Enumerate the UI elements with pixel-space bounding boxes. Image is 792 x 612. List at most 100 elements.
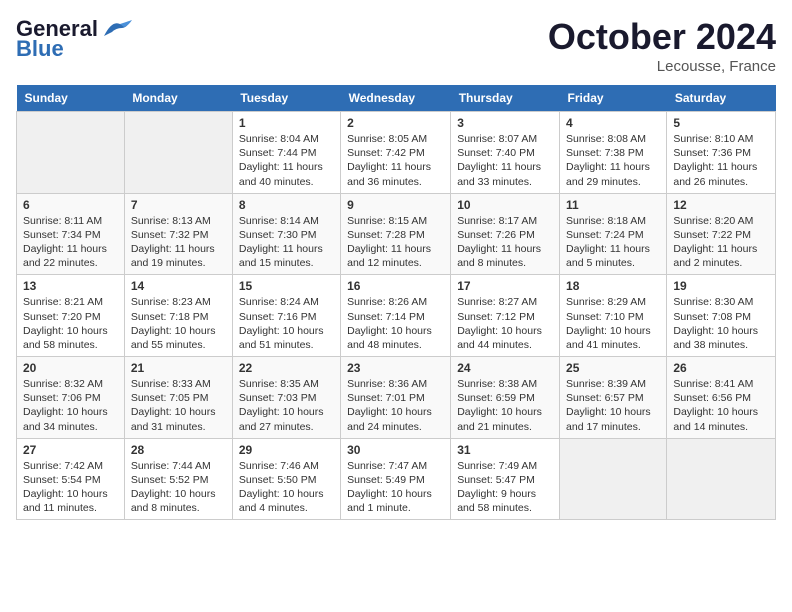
- day-number: 29: [239, 443, 334, 457]
- day-number: 20: [23, 361, 118, 375]
- calendar-cell: 31 Sunrise: 7:49 AMSunset: 5:47 PMDayligh…: [451, 438, 560, 520]
- day-info: Sunrise: 8:32 AMSunset: 7:06 PMDaylight:…: [23, 377, 118, 434]
- day-info: Sunrise: 7:47 AMSunset: 5:49 PMDaylight:…: [347, 459, 444, 516]
- day-info: Sunrise: 8:30 AMSunset: 7:08 PMDaylight:…: [673, 295, 769, 352]
- day-number: 22: [239, 361, 334, 375]
- day-info: Sunrise: 8:04 AMSunset: 7:44 PMDaylight:…: [239, 132, 334, 189]
- day-number: 24: [457, 361, 553, 375]
- day-number: 4: [566, 116, 660, 130]
- month-title: October 2024: [548, 16, 776, 58]
- day-info: Sunrise: 8:26 AMSunset: 7:14 PMDaylight:…: [347, 295, 444, 352]
- col-header-sunday: Sunday: [17, 85, 125, 112]
- day-info: Sunrise: 8:38 AMSunset: 6:59 PMDaylight:…: [457, 377, 553, 434]
- day-number: 30: [347, 443, 444, 457]
- calendar-cell: 5 Sunrise: 8:10 AMSunset: 7:36 PMDaylight…: [667, 112, 776, 194]
- day-info: Sunrise: 8:33 AMSunset: 7:05 PMDaylight:…: [131, 377, 226, 434]
- calendar-cell: 19 Sunrise: 8:30 AMSunset: 7:08 PMDayligh…: [667, 275, 776, 357]
- calendar-cell: 2 Sunrise: 8:05 AMSunset: 7:42 PMDaylight…: [341, 112, 451, 194]
- calendar-cell: 23 Sunrise: 8:36 AMSunset: 7:01 PMDayligh…: [341, 357, 451, 439]
- location: Lecousse, France: [548, 58, 776, 75]
- day-info: Sunrise: 8:11 AMSunset: 7:34 PMDaylight:…: [23, 214, 118, 271]
- day-number: 14: [131, 279, 226, 293]
- day-number: 7: [131, 198, 226, 212]
- calendar-cell: 28 Sunrise: 7:44 AMSunset: 5:52 PMDayligh…: [124, 438, 232, 520]
- calendar-cell: 1 Sunrise: 8:04 AMSunset: 7:44 PMDaylight…: [232, 112, 340, 194]
- calendar-cell: 27Sunrise: 7:42 AMSunset: 5:54 PMDayligh…: [17, 438, 125, 520]
- calendar-cell: 12 Sunrise: 8:20 AMSunset: 7:22 PMDayligh…: [667, 193, 776, 275]
- day-number: 8: [239, 198, 334, 212]
- day-info: Sunrise: 8:41 AMSunset: 6:56 PMDaylight:…: [673, 377, 769, 434]
- calendar-cell: [667, 438, 776, 520]
- calendar-cell: 13 Sunrise: 8:21 AMSunset: 7:20 PMDayligh…: [17, 275, 125, 357]
- day-number: 31: [457, 443, 553, 457]
- day-number: 27: [23, 443, 118, 457]
- day-info: Sunrise: 8:14 AMSunset: 7:30 PMDaylight:…: [239, 214, 334, 271]
- calendar-cell: 15Sunrise: 8:24 AMSunset: 7:16 PMDayligh…: [232, 275, 340, 357]
- day-info: Sunrise: 8:08 AMSunset: 7:38 PMDaylight:…: [566, 132, 660, 189]
- day-number: 6: [23, 198, 118, 212]
- day-info: Sunrise: 8:05 AMSunset: 7:42 PMDaylight:…: [347, 132, 444, 189]
- calendar-cell: 14 Sunrise: 8:23 AMSunset: 7:18 PMDayligh…: [124, 275, 232, 357]
- day-number: 26: [673, 361, 769, 375]
- day-number: 13: [23, 279, 118, 293]
- calendar-cell: 30 Sunrise: 7:47 AMSunset: 5:49 PMDayligh…: [341, 438, 451, 520]
- day-number: 17: [457, 279, 553, 293]
- day-info: Sunrise: 7:49 AMSunset: 5:47 PMDaylight:…: [457, 459, 553, 516]
- calendar-cell: 25 Sunrise: 8:39 AMSunset: 6:57 PMDayligh…: [560, 357, 667, 439]
- logo: General Blue: [16, 16, 134, 62]
- day-info: Sunrise: 8:29 AMSunset: 7:10 PMDaylight:…: [566, 295, 660, 352]
- col-header-tuesday: Tuesday: [232, 85, 340, 112]
- day-number: 23: [347, 361, 444, 375]
- page-header: General Blue October 2024 Lecousse, Fran…: [16, 16, 776, 75]
- calendar-cell: 29Sunrise: 7:46 AMSunset: 5:50 PMDayligh…: [232, 438, 340, 520]
- day-info: Sunrise: 8:36 AMSunset: 7:01 PMDaylight:…: [347, 377, 444, 434]
- day-number: 5: [673, 116, 769, 130]
- day-number: 9: [347, 198, 444, 212]
- logo-blue-text: Blue: [16, 36, 64, 62]
- title-block: October 2024 Lecousse, France: [548, 16, 776, 75]
- calendar-cell: [17, 112, 125, 194]
- day-info: Sunrise: 8:27 AMSunset: 7:12 PMDaylight:…: [457, 295, 553, 352]
- day-info: Sunrise: 8:23 AMSunset: 7:18 PMDaylight:…: [131, 295, 226, 352]
- calendar-cell: 8 Sunrise: 8:14 AMSunset: 7:30 PMDaylight…: [232, 193, 340, 275]
- calendar-cell: 4 Sunrise: 8:08 AMSunset: 7:38 PMDaylight…: [560, 112, 667, 194]
- col-header-saturday: Saturday: [667, 85, 776, 112]
- calendar-cell: 10Sunrise: 8:17 AMSunset: 7:26 PMDayligh…: [451, 193, 560, 275]
- calendar-cell: 11Sunrise: 8:18 AMSunset: 7:24 PMDayligh…: [560, 193, 667, 275]
- day-info: Sunrise: 8:39 AMSunset: 6:57 PMDaylight:…: [566, 377, 660, 434]
- calendar-cell: 24 Sunrise: 8:38 AMSunset: 6:59 PMDayligh…: [451, 357, 560, 439]
- logo-bird-icon: [102, 18, 134, 40]
- day-number: 2: [347, 116, 444, 130]
- day-info: Sunrise: 7:44 AMSunset: 5:52 PMDaylight:…: [131, 459, 226, 516]
- col-header-wednesday: Wednesday: [341, 85, 451, 112]
- day-number: 28: [131, 443, 226, 457]
- day-number: 1: [239, 116, 334, 130]
- day-info: Sunrise: 8:07 AMSunset: 7:40 PMDaylight:…: [457, 132, 553, 189]
- calendar-table: SundayMondayTuesdayWednesdayThursdayFrid…: [16, 85, 776, 520]
- day-number: 21: [131, 361, 226, 375]
- day-info: Sunrise: 8:18 AMSunset: 7:24 PMDaylight:…: [566, 214, 660, 271]
- day-info: Sunrise: 8:15 AMSunset: 7:28 PMDaylight:…: [347, 214, 444, 271]
- calendar-cell: 20 Sunrise: 8:32 AMSunset: 7:06 PMDayligh…: [17, 357, 125, 439]
- calendar-cell: 9 Sunrise: 8:15 AMSunset: 7:28 PMDaylight…: [341, 193, 451, 275]
- calendar-cell: 21 Sunrise: 8:33 AMSunset: 7:05 PMDayligh…: [124, 357, 232, 439]
- calendar-cell: 6 Sunrise: 8:11 AMSunset: 7:34 PMDaylight…: [17, 193, 125, 275]
- day-number: 16: [347, 279, 444, 293]
- calendar-cell: 17 Sunrise: 8:27 AMSunset: 7:12 PMDayligh…: [451, 275, 560, 357]
- day-number: 19: [673, 279, 769, 293]
- calendar-cell: [124, 112, 232, 194]
- day-info: Sunrise: 8:21 AMSunset: 7:20 PMDaylight:…: [23, 295, 118, 352]
- day-info: Sunrise: 8:10 AMSunset: 7:36 PMDaylight:…: [673, 132, 769, 189]
- day-number: 3: [457, 116, 553, 130]
- day-info: Sunrise: 8:13 AMSunset: 7:32 PMDaylight:…: [131, 214, 226, 271]
- col-header-friday: Friday: [560, 85, 667, 112]
- calendar-cell: 22Sunrise: 8:35 AMSunset: 7:03 PMDayligh…: [232, 357, 340, 439]
- calendar-cell: 7 Sunrise: 8:13 AMSunset: 7:32 PMDaylight…: [124, 193, 232, 275]
- day-info: Sunrise: 8:24 AMSunset: 7:16 PMDaylight:…: [239, 295, 334, 352]
- day-number: 18: [566, 279, 660, 293]
- day-number: 25: [566, 361, 660, 375]
- day-number: 10: [457, 198, 553, 212]
- day-number: 12: [673, 198, 769, 212]
- calendar-cell: 3 Sunrise: 8:07 AMSunset: 7:40 PMDaylight…: [451, 112, 560, 194]
- day-info: Sunrise: 8:20 AMSunset: 7:22 PMDaylight:…: [673, 214, 769, 271]
